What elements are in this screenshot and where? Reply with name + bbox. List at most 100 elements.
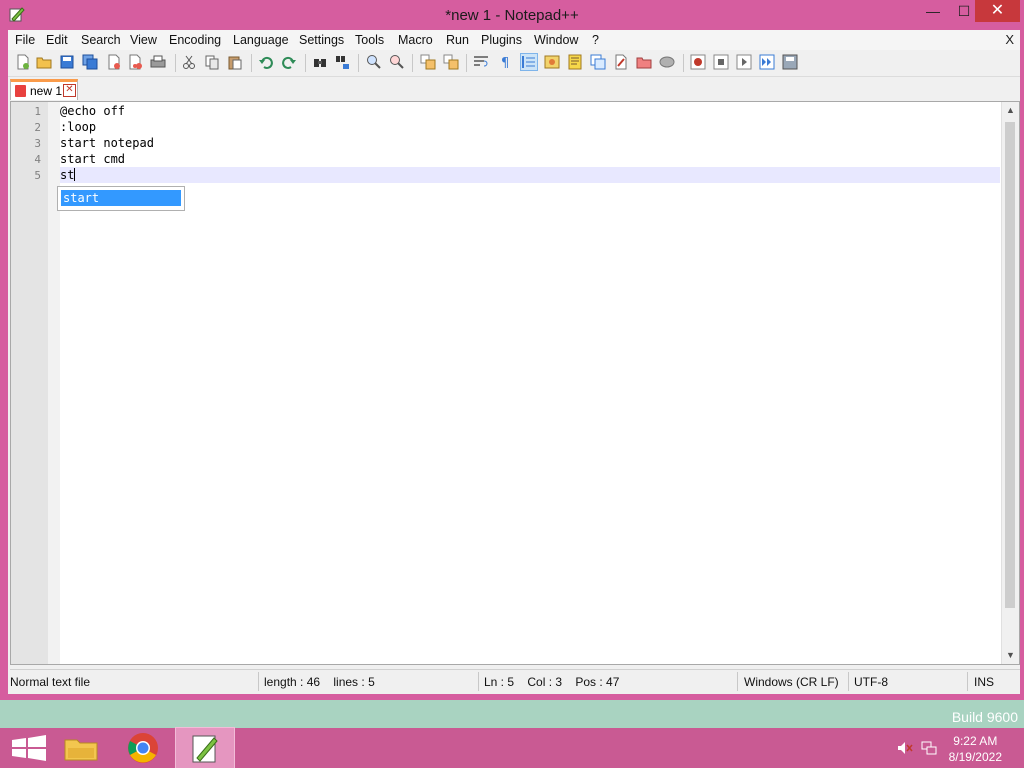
close-all-icon[interactable] [128, 54, 144, 70]
notepad-plus-plus-icon[interactable] [175, 727, 235, 768]
udl-icon[interactable] [544, 54, 560, 70]
speech-bubble-icon[interactable] [659, 54, 675, 70]
tab-new-1[interactable]: new 1 ✕ [10, 79, 78, 100]
scroll-up-arrow-icon[interactable]: ▲ [1002, 102, 1019, 119]
close-document-button[interactable]: X [1005, 32, 1014, 47]
text-caret [74, 168, 76, 181]
status-separator [737, 672, 738, 691]
toolbar-separator [175, 54, 176, 72]
status-encoding[interactable]: UTF-8 [854, 675, 888, 689]
close-button[interactable]: ✕ [975, 0, 1020, 22]
undo-icon[interactable] [258, 54, 274, 70]
toolbar-separator [466, 54, 467, 72]
status-separator [478, 672, 479, 691]
windows-build-watermark: Build 9600 [951, 709, 1018, 725]
folder-as-workspace-icon[interactable] [613, 54, 629, 70]
menu-help[interactable]: ? [592, 33, 599, 47]
status-separator [258, 672, 259, 691]
current-code-line[interactable]: st [60, 167, 1000, 183]
sync-vertical-icon[interactable] [420, 54, 436, 70]
title-bar: *new 1 - Notepad++ — ☐ ✕ [0, 0, 1024, 30]
save-icon[interactable] [59, 54, 75, 70]
line-number: 5 [34, 169, 41, 182]
tab-label: new 1 [30, 84, 63, 98]
redo-icon[interactable] [281, 54, 297, 70]
speaker-muted-icon[interactable] [897, 741, 913, 755]
maximize-button[interactable]: ☐ [950, 0, 978, 22]
menu-view[interactable]: View [130, 33, 157, 47]
status-position: Ln : 5 Col : 3 Pos : 47 [484, 675, 620, 689]
indent-guide-icon[interactable] [520, 53, 538, 71]
code-line[interactable]: :loop [60, 119, 1000, 135]
autocomplete-popup: start [57, 186, 185, 211]
paste-icon[interactable] [227, 54, 243, 70]
monitoring-icon[interactable] [636, 54, 652, 70]
menu-search[interactable]: Search [81, 33, 121, 47]
menu-plugins[interactable]: Plugins [481, 33, 522, 47]
tab-close-icon[interactable]: ✕ [63, 84, 76, 97]
clock-time: 9:22 AM [953, 734, 998, 748]
print-icon[interactable] [150, 54, 166, 70]
word-wrap-icon[interactable] [473, 54, 489, 70]
system-clock[interactable]: 9:22 AM 8/19/2022 [949, 733, 1002, 765]
status-separator [848, 672, 849, 691]
doc-map-icon[interactable] [567, 54, 583, 70]
sync-horizontal-icon[interactable] [443, 54, 459, 70]
text-editor[interactable]: 1 2 3 4 5 @echo off :loop start notepad … [10, 101, 1020, 665]
line-number: 4 [34, 153, 41, 166]
cut-icon[interactable] [181, 54, 197, 70]
stop-macro-icon[interactable] [713, 54, 729, 70]
menu-macro[interactable]: Macro [398, 33, 433, 47]
function-list-icon[interactable] [590, 54, 606, 70]
window-title: *new 1 - Notepad++ [445, 7, 579, 24]
start-button[interactable] [0, 728, 58, 768]
code-line[interactable]: @echo off [60, 103, 1000, 119]
line-number: 2 [34, 121, 41, 134]
status-eol[interactable]: Windows (CR LF) [744, 675, 839, 689]
desktop-background: Build 9600 [0, 700, 1024, 728]
scroll-down-arrow-icon[interactable]: ▼ [1002, 647, 1019, 664]
vertical-scrollbar[interactable]: ▲ ▼ [1001, 102, 1019, 664]
zoom-in-icon[interactable] [366, 54, 382, 70]
zoom-out-icon[interactable] [389, 54, 405, 70]
menu-tools[interactable]: Tools [355, 33, 384, 47]
replace-icon[interactable] [335, 54, 351, 70]
save-macro-icon[interactable] [782, 54, 798, 70]
toolbar-separator [412, 54, 413, 72]
menu-edit[interactable]: Edit [46, 33, 68, 47]
close-icon[interactable] [106, 54, 122, 70]
taskbar: 9:22 AM 8/19/2022 [0, 727, 1024, 768]
show-all-chars-icon[interactable]: ¶ [497, 54, 513, 70]
chrome-icon[interactable] [114, 728, 172, 768]
menu-window[interactable]: Window [534, 33, 578, 47]
record-macro-icon[interactable] [690, 54, 706, 70]
app-frame: File Edit Search View Encoding Language … [8, 30, 1020, 694]
clock-date: 8/19/2022 [948, 750, 1002, 764]
minimize-button[interactable]: — [918, 0, 948, 22]
open-file-icon[interactable] [36, 54, 52, 70]
toolbar-separator [358, 54, 359, 72]
find-icon[interactable] [312, 54, 328, 70]
status-insert-mode[interactable]: INS [974, 675, 994, 689]
new-file-icon[interactable] [15, 54, 31, 70]
play-macro-icon[interactable] [736, 54, 752, 70]
copy-icon[interactable] [204, 54, 220, 70]
save-all-icon[interactable] [82, 54, 98, 70]
run-macro-multiple-icon[interactable] [759, 54, 775, 70]
scrollbar-thumb[interactable] [1005, 122, 1015, 608]
status-bar: Normal text file length : 46 lines : 5 L… [10, 669, 1020, 694]
network-icon[interactable] [921, 741, 937, 755]
menu-file[interactable]: File [15, 33, 35, 47]
toolbar-separator [251, 54, 252, 72]
code-line[interactable]: start cmd [60, 151, 1000, 167]
menu-encoding[interactable]: Encoding [169, 33, 221, 47]
notepad-plus-plus-window: *new 1 - Notepad++ — ☐ ✕ File Edit Searc… [0, 0, 1024, 700]
code-line[interactable]: start notepad [60, 135, 1000, 151]
menu-language[interactable]: Language [233, 33, 289, 47]
menu-run[interactable]: Run [446, 33, 469, 47]
file-explorer-icon[interactable] [52, 728, 110, 768]
menu-settings[interactable]: Settings [299, 33, 344, 47]
toolbar-separator [683, 54, 684, 72]
autocomplete-item-start[interactable]: start [61, 190, 181, 206]
unsaved-file-icon [15, 85, 26, 97]
